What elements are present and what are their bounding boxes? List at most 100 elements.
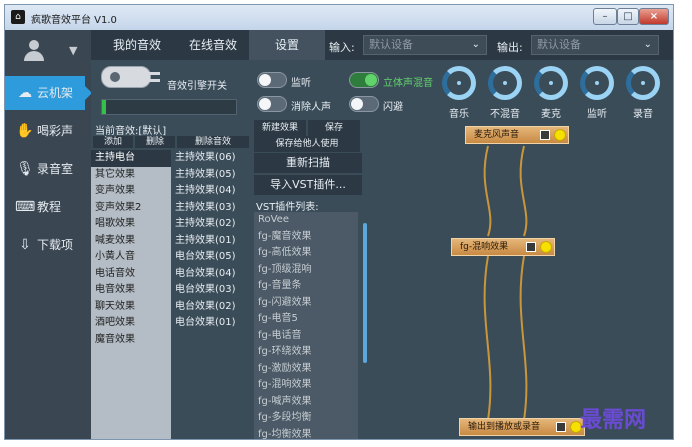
engine-level-bar: [101, 99, 237, 115]
record-volume-knob[interactable]: [626, 66, 660, 100]
graph-node-mic-input[interactable]: 麦克风声音: [465, 126, 569, 144]
no-mix-knob-label: 不混音: [490, 109, 520, 120]
list-item[interactable]: fg-环绕效果: [254, 344, 358, 361]
mic-knob-label: 麦克: [541, 109, 561, 120]
monitor-toggle-label: 监听: [291, 78, 311, 89]
list-item[interactable]: 主持效果(01): [171, 233, 251, 250]
add-button[interactable]: 添加: [93, 136, 133, 148]
cloud-icon: ☁: [18, 85, 32, 101]
watermark: 最需网: [580, 407, 647, 433]
list-item[interactable]: 电话音效: [91, 266, 171, 283]
list-item[interactable]: 电台效果(05): [171, 249, 251, 266]
output-device-label: 输出:: [497, 41, 523, 54]
tab-online-effects[interactable]: 在线音效: [179, 30, 247, 60]
list-item[interactable]: 酒吧效果: [91, 315, 171, 332]
settings-icon[interactable]: [556, 422, 566, 432]
delete-button[interactable]: 删除: [135, 136, 175, 148]
list-item[interactable]: 主持效果(04): [171, 183, 251, 200]
graph-node-reverb[interactable]: fg-混响效果: [451, 238, 555, 256]
chevron-down-icon[interactable]: ▼: [69, 44, 77, 57]
clap-icon: ✋: [16, 123, 34, 139]
sidebar-item-studio[interactable]: 🎙 录音室: [5, 152, 91, 186]
list-item[interactable]: fg-闪避效果: [254, 295, 358, 312]
list-item[interactable]: 电台效果(02): [171, 299, 251, 316]
input-device-select[interactable]: 默认设备 ⌄: [363, 35, 487, 55]
tab-settings[interactable]: 设置: [249, 30, 325, 60]
list-item[interactable]: 主持效果(02): [171, 216, 251, 233]
rescan-button[interactable]: 重新扫描: [254, 153, 362, 173]
save-button[interactable]: 保存: [308, 120, 360, 136]
tab-my-effects[interactable]: 我的音效: [95, 30, 179, 60]
wire: [519, 145, 528, 237]
power-icon[interactable]: [540, 241, 552, 253]
sidebar-item-downloads[interactable]: ⇩ 下载项: [5, 228, 91, 262]
vocal-remove-toggle[interactable]: [257, 96, 287, 112]
stereo-mix-toggle[interactable]: [349, 72, 379, 88]
list-item[interactable]: 变声效果: [91, 183, 171, 200]
list-item[interactable]: 电台效果(01): [171, 315, 251, 332]
list-item[interactable]: 主持电台: [91, 150, 171, 167]
mic-volume-knob[interactable]: [534, 66, 568, 100]
list-item[interactable]: 主持效果(03): [171, 200, 251, 217]
chevron-down-icon: ⌄: [471, 39, 480, 50]
delete-effect-button[interactable]: 删除音效: [177, 136, 249, 148]
list-item[interactable]: RoVee: [254, 212, 358, 229]
sidebar-item-applause[interactable]: ✋ 喝彩声: [5, 114, 91, 148]
user-icon[interactable]: [23, 40, 45, 62]
node-label: fg-混响效果: [460, 242, 509, 252]
list-item[interactable]: fg-激励效果: [254, 361, 358, 378]
list-item[interactable]: 其它效果: [91, 167, 171, 184]
import-vst-button[interactable]: 导入VST插件...: [254, 175, 362, 195]
power-icon[interactable]: [554, 129, 566, 141]
list-item[interactable]: 变声效果2: [91, 200, 171, 217]
node-label: 麦克风声音: [474, 130, 520, 140]
maximize-button[interactable]: □: [617, 8, 639, 25]
minimize-button[interactable]: –: [593, 8, 617, 25]
list-item[interactable]: 喊麦效果: [91, 233, 171, 250]
list-item[interactable]: fg-多段均衡: [254, 410, 358, 427]
list-item[interactable]: 主持效果(05): [171, 167, 251, 184]
new-effect-button[interactable]: 新建效果: [254, 120, 306, 136]
settings-icon[interactable]: [526, 242, 536, 252]
settings-icon[interactable]: [540, 130, 550, 140]
no-mix-knob[interactable]: [488, 66, 522, 100]
list-item[interactable]: 唱歌效果: [91, 216, 171, 233]
list-item[interactable]: fg-电音5: [254, 311, 358, 328]
title-bar: ⌂ 疯歌音效平台 V1.0 – □ ×: [5, 5, 673, 30]
ducking-toggle[interactable]: [349, 96, 379, 112]
effects-panel: 当前音效:[默认] 添加 删除 删除音效 主持电台 其它效果 变声效果 变声效果2 唱歌…: [91, 120, 251, 439]
list-item[interactable]: fg-均衡效果: [254, 427, 358, 440]
plug-icon[interactable]: [101, 66, 160, 88]
music-volume-knob[interactable]: [442, 66, 476, 100]
monitor-volume-knob[interactable]: [580, 66, 614, 100]
list-item[interactable]: fg-高低效果: [254, 245, 358, 262]
list-item[interactable]: 主持效果(06): [171, 150, 251, 167]
sidebar-item-cloud-rack[interactable]: ☁ 云机架: [5, 76, 92, 110]
graph-node-output[interactable]: 输出到播放或录音: [459, 418, 585, 436]
list-item[interactable]: fg-电话音: [254, 328, 358, 345]
list-item[interactable]: 电台效果(04): [171, 266, 251, 283]
list-item[interactable]: fg-音量条: [254, 278, 358, 295]
engine-switch-label: 音效引擎开关: [167, 81, 227, 92]
sidebar-item-tutorial[interactable]: ⌨ 教程: [5, 190, 91, 224]
list-item[interactable]: 电台效果(03): [171, 282, 251, 299]
output-device-value: 默认设备: [537, 38, 581, 51]
sidebar-item-label: 云机架: [37, 86, 74, 100]
list-item[interactable]: fg-魔音效果: [254, 229, 358, 246]
list-item[interactable]: fg-喊声效果: [254, 394, 358, 411]
input-device-value: 默认设备: [369, 38, 413, 51]
list-item[interactable]: 魔音效果: [91, 332, 171, 349]
list-item[interactable]: fg-顶级混响: [254, 262, 358, 279]
list-item[interactable]: 小黄人音: [91, 249, 171, 266]
save-for-others-button[interactable]: 保存给他人使用: [254, 136, 360, 152]
output-device-select[interactable]: 默认设备 ⌄: [531, 35, 659, 55]
list-item[interactable]: 聊天效果: [91, 299, 171, 316]
close-button[interactable]: ×: [639, 8, 669, 25]
house-icon: ⌂: [11, 10, 25, 24]
list-item[interactable]: 电音效果: [91, 282, 171, 299]
list-item[interactable]: fg-混响效果: [254, 377, 358, 394]
graph-wires: [483, 145, 528, 421]
monitor-toggle[interactable]: [257, 72, 287, 88]
control-row: 音效引擎开关 监听 消除人声 立体声混音 闪避 音乐 不混音 麦克 监听 录音: [91, 60, 673, 120]
vst-panel: 新建效果 保存 保存给他人使用 重新扫描 导入VST插件... VST插件列表:…: [252, 120, 365, 440]
